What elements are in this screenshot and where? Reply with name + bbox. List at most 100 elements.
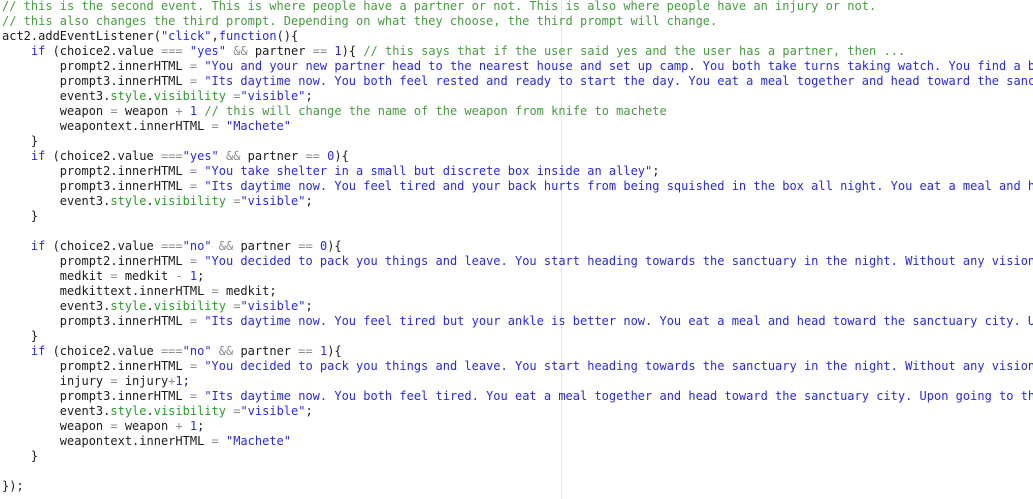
code-string: "Machete" [225,434,292,448]
code-string: "yes" [189,44,226,58]
code-text: event3. [2,404,111,418]
code-text: (choice2.value [45,344,161,358]
code-line: prompt2.innerHTML = "You decided to pack… [2,254,1033,269]
code-text: partner [233,344,299,358]
code-string: "Its daytime now. You both feel rested a… [204,74,1033,88]
code-text: prompt3.innerHTML [2,179,190,193]
code-line: weapontext.innerHTML = "Machete" [2,434,1033,449]
code-text: medkit [2,269,111,283]
code-line: } [2,209,1033,224]
code-line: } [2,329,1033,344]
code-line: weapon = weapon + 1 // this will change … [2,104,1033,119]
code-line: injury = injury+1; [2,374,1033,389]
code-comment: // this also changes the third prompt. D… [2,14,718,28]
code-text: , [211,29,219,43]
code-text: weapon [117,419,176,433]
code-text: event3. [2,89,111,103]
code-text: partner [233,239,299,253]
code-text: partner [247,44,313,58]
code-line: event3.style.visibility ="visible"; [2,299,1033,314]
code-text: prompt2.innerHTML [2,164,190,178]
code-line: } [2,134,1033,149]
code-text: weapontext.innerHTML [2,119,212,133]
code-comment: // this will change the name of the weap… [204,104,667,118]
code-keyword: if [30,239,46,253]
code-line: weapon = weapon + 1; [2,419,1033,434]
code-string: "You decided to pack you things and leav… [204,254,1033,268]
code-text: ){ [341,44,364,58]
code-line: prompt2.innerHTML = "You and your new pa… [2,59,1033,74]
code-text: act2.addEventListener( [2,29,161,43]
code-text: weapon [2,419,111,433]
code-operator: = [189,314,198,328]
code-text: . [146,404,154,418]
code-text: prompt3.innerHTML [2,74,190,88]
code-comment: // this is the second event. This is whe… [2,0,877,13]
code-string: "click" [160,29,212,43]
code-operator: = [211,434,219,448]
code-string: "Machete" [225,119,292,133]
code-keyword: if [30,44,46,58]
code-operator: = [189,254,198,268]
code-editor[interactable]: // this is the second event. This is whe… [0,0,1033,499]
code-text: } [2,134,39,148]
code-line: prompt2.innerHTML = "You take shelter in… [2,164,1033,179]
code-line: act2.addEventListener("click",function()… [2,29,1033,44]
code-text: . [146,89,154,103]
code-operator: = [110,269,118,283]
code-keyword: if [30,149,46,163]
code-property: style [110,194,147,208]
code-operator: + [175,419,183,433]
code-operator: && [226,149,241,163]
code-property: visibility [153,299,226,313]
code-line: if (choice2.value ==="no" && partner == … [2,344,1033,359]
code-line: weapontext.innerHTML = "Machete" [2,119,1033,134]
code-property: visibility [153,404,226,418]
code-operator: = [189,179,198,193]
code-text: } [2,329,39,343]
code-line: prompt3.innerHTML = "Its daytime now. Yo… [2,179,1033,194]
code-text: ; [182,374,190,388]
code-string: "You decided to pack you things and leav… [204,359,1033,373]
code-text: . [146,194,154,208]
code-string: "yes" [182,149,219,163]
code-text: } [2,209,39,223]
code-text: ; [197,419,205,433]
code-line: }); [2,479,1033,494]
code-property: visibility [153,89,226,103]
code-line: medkit = medkit - 1; [2,269,1033,284]
code-string: "You and your new partner head to the ne… [204,59,1033,73]
code-string: "no" [182,344,212,358]
code-string: "Its daytime now. You both feel tired. Y… [204,389,1033,403]
code-text: weapon [2,104,111,118]
code-text: medkit; [218,284,277,298]
code-string: "visible" [240,404,306,418]
code-operator: + [175,104,183,118]
code-text: prompt2.innerHTML [2,254,190,268]
code-string: "Its daytime now. You feel tired and you… [204,179,1033,193]
code-operator: = [189,59,198,73]
code-lines: // this is the second event. This is whe… [2,0,1033,494]
code-number: 1 [334,44,342,58]
code-operator: = [189,164,198,178]
code-keyword: if [30,344,46,358]
code-operator: = [189,74,198,88]
code-text: prompt2.innerHTML [2,359,190,373]
code-text: injury [117,374,169,388]
code-property: style [110,89,147,103]
code-text: (){ [276,29,299,43]
code-string: "visible" [240,89,306,103]
code-line: if (choice2.value === "yes" && partner =… [2,44,1033,59]
code-property: style [110,299,147,313]
code-operator: - [175,269,183,283]
